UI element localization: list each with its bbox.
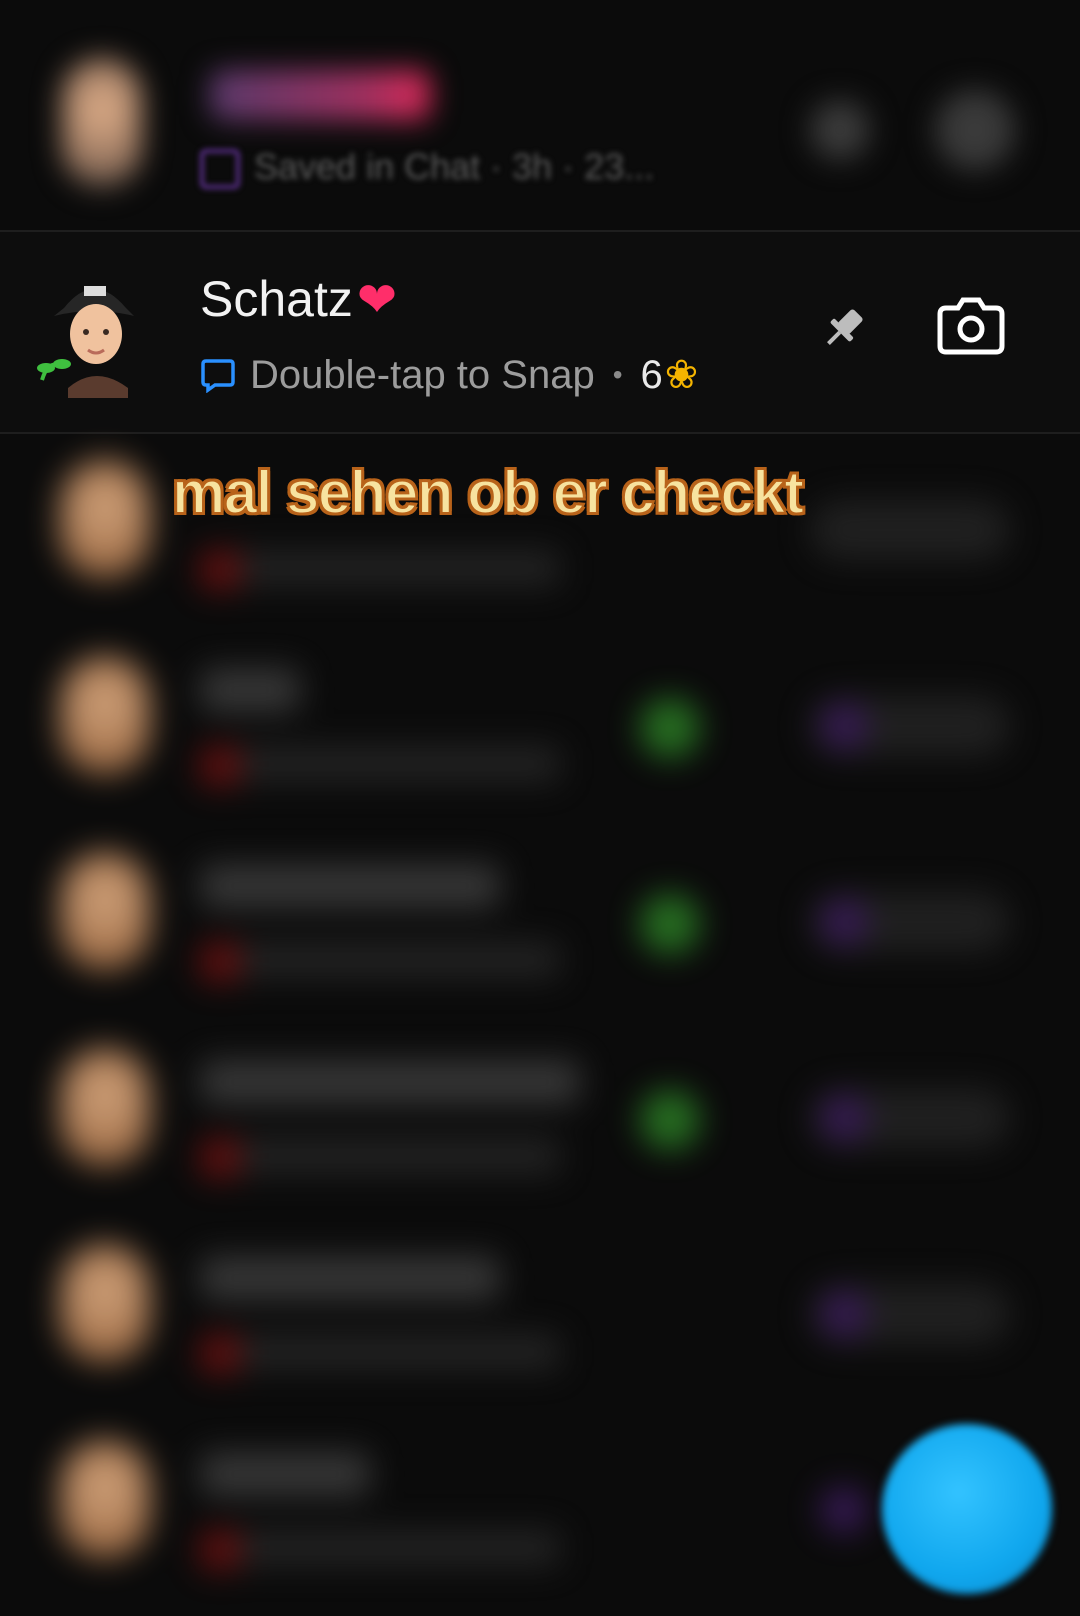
avatar xyxy=(60,1440,150,1560)
blurred-check-icon xyxy=(640,894,700,954)
chat-subtitle: Saved in Chat · 3h · 23... xyxy=(200,146,655,190)
blurred-status-icon xyxy=(200,1138,240,1178)
blurred-name xyxy=(200,1452,370,1496)
blurred-reply-icon xyxy=(820,1486,868,1534)
blurred-name xyxy=(200,864,500,908)
blurred-check-icon xyxy=(640,698,700,758)
blurred-name xyxy=(210,70,430,120)
avatar xyxy=(60,656,150,776)
blurred-status-icon xyxy=(200,746,240,786)
blurred-icon xyxy=(810,100,870,160)
blurred-reply-icon xyxy=(820,898,868,946)
blurred-subtitle xyxy=(200,942,560,978)
blurred-camera-icon xyxy=(935,90,1015,170)
blurred-reply-icon xyxy=(820,702,868,750)
chat-status-text: Double-tap to Snap xyxy=(250,352,595,397)
avatar xyxy=(60,1244,150,1364)
chat-row-blurred[interactable] xyxy=(0,616,1080,816)
avatar xyxy=(60,1048,150,1168)
blurred-name xyxy=(200,1060,580,1104)
blurred-action xyxy=(810,500,1010,560)
chat-bubble-icon xyxy=(200,149,240,190)
new-chat-button[interactable] xyxy=(882,1424,1052,1594)
separator-dot: • xyxy=(612,359,623,390)
blurred-subtitle xyxy=(200,1530,560,1566)
pin-icon[interactable] xyxy=(818,302,870,354)
blurred-name xyxy=(200,668,300,712)
chat-row-blurred[interactable] xyxy=(0,1204,1080,1404)
heart-icon: ❤ xyxy=(356,274,398,327)
avatar xyxy=(60,460,150,580)
blurred-subtitle xyxy=(200,746,560,782)
blurred-subtitle xyxy=(200,1138,560,1174)
blurred-status-icon xyxy=(200,550,240,590)
chat-bubble-icon xyxy=(201,359,235,393)
blurred-status-icon xyxy=(200,942,240,982)
chat-name-text: Schatz xyxy=(200,271,353,327)
video-caption: mal sehen ob er checkt xyxy=(171,458,805,527)
streak-flower-icon: ❀ xyxy=(664,353,699,397)
chat-row-blurred[interactable] xyxy=(0,1008,1080,1208)
blurred-subtitle xyxy=(200,1334,560,1370)
chat-row-blurred-top[interactable]: Saved in Chat · 3h · 23... xyxy=(0,0,1080,230)
chat-name: Schatz❤ xyxy=(200,270,397,328)
blurred-reply-icon xyxy=(820,1290,868,1338)
blurred-name xyxy=(200,1256,500,1300)
avatar xyxy=(60,852,150,972)
chat-row-schatz[interactable]: Schatz❤ Double-tap to Snap • 6 ❀ xyxy=(0,232,1080,432)
chat-status-line: Double-tap to Snap • 6 ❀ xyxy=(200,352,698,398)
blurred-subtitle xyxy=(200,550,560,586)
bitmoji-avatar xyxy=(37,286,134,398)
streak-count: 6 xyxy=(640,352,663,397)
chat-subtitle-text: Saved in Chat · 3h · 23... xyxy=(254,146,655,187)
blurred-check-icon xyxy=(640,1090,700,1150)
blurred-status-icon xyxy=(200,1334,240,1374)
camera-icon[interactable] xyxy=(936,294,1006,356)
blurred-status-icon xyxy=(200,1530,240,1570)
avatar xyxy=(62,58,142,188)
blurred-reply-icon xyxy=(820,1094,868,1142)
chat-row-blurred[interactable] xyxy=(0,812,1080,1012)
